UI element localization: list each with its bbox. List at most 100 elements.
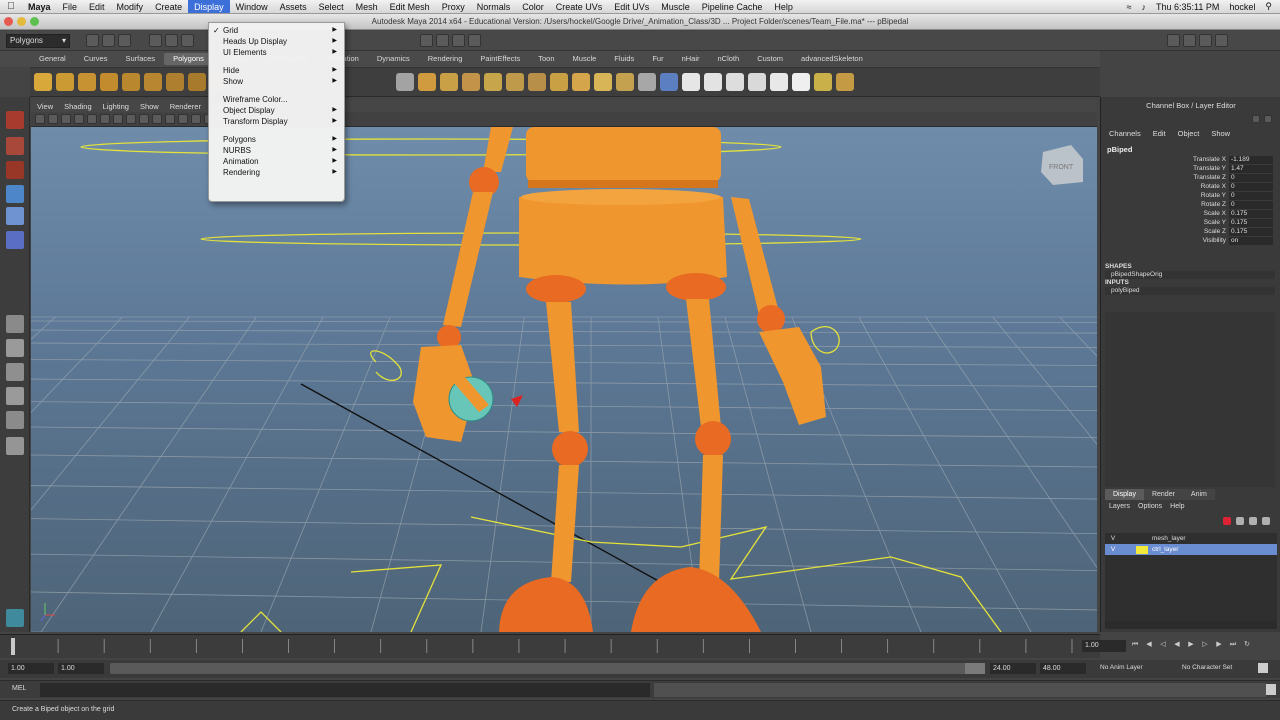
range-slider-bar[interactable] [110, 663, 985, 674]
poly-cone-icon[interactable] [100, 73, 118, 91]
paint-select-tool-icon[interactable] [6, 161, 24, 179]
display-menu-item-grid[interactable]: ✓ Grid ▶ [209, 25, 344, 36]
shelf-tab-rendering[interactable]: Rendering [419, 53, 472, 65]
poly-prism-icon[interactable] [166, 73, 184, 91]
planar-map-icon[interactable] [726, 73, 744, 91]
layer-tab-display[interactable]: Display [1105, 489, 1144, 500]
anim-layer-dropdown[interactable]: No Anim Layer [1100, 664, 1143, 671]
display-menu-item-rendering[interactable]: Rendering ▶ [209, 167, 344, 178]
layer-color-swatch[interactable] [1136, 545, 1148, 554]
channel-attribute-row[interactable]: Rotate Y0 [1107, 191, 1275, 200]
layout-four-icon[interactable] [6, 339, 24, 357]
selected-object-name[interactable]: pBiped [1107, 145, 1132, 154]
attribute-value[interactable]: 0.175 [1229, 218, 1273, 227]
minimize-window-button[interactable] [17, 17, 26, 26]
attribute-value[interactable]: -1.189 [1229, 155, 1273, 164]
menu-display[interactable]: Display [188, 0, 230, 13]
left-hand-control[interactable] [370, 350, 402, 381]
display-menu-item-show[interactable]: Show ▶ [209, 76, 344, 87]
layer-visibility-toggle[interactable]: V [1108, 535, 1118, 542]
menu-create-uvs[interactable]: Create UVs [550, 0, 609, 13]
display-menu-item-object-display[interactable]: Object Display ▶ [209, 105, 344, 116]
new-layer-selected-icon[interactable] [1249, 517, 1257, 525]
attribute-value[interactable]: 0 [1229, 200, 1273, 209]
time-slider[interactable] [0, 634, 1100, 658]
play-back-icon[interactable]: ◀ [1172, 639, 1182, 651]
panel-menu-shading[interactable]: Shading [64, 102, 92, 111]
right-hip[interactable] [666, 273, 726, 301]
lasso-tool-icon[interactable] [6, 137, 24, 155]
menu-create[interactable]: Create [149, 0, 188, 13]
close-window-button[interactable] [4, 17, 13, 26]
menubar-clock[interactable]: Thu 6:35:11 PM [1156, 2, 1219, 12]
layer-name[interactable]: ctrl_layer [1152, 546, 1178, 553]
step-forward-icon[interactable]: ▶ [1214, 639, 1224, 651]
extrude-icon[interactable] [506, 73, 524, 91]
shelf-tab-painteffects[interactable]: PaintEffects [471, 53, 529, 65]
channel-attribute-row[interactable]: Scale Y 0.175 [1107, 218, 1275, 227]
mental-ray-icon[interactable] [6, 609, 24, 627]
wifi-icon[interactable]: ≈ [1127, 2, 1132, 12]
anim-prefs-icon[interactable] [1258, 663, 1268, 673]
panel-menu-show[interactable]: Show [140, 102, 159, 111]
scale-tool-icon[interactable] [6, 231, 24, 249]
uv-icon[interactable] [704, 73, 722, 91]
append-icon[interactable] [550, 73, 568, 91]
layout-side-icon[interactable] [6, 363, 24, 381]
command-language-label[interactable]: MEL [12, 685, 26, 692]
menu-assets[interactable]: Assets [274, 0, 313, 13]
channel-attribute-row[interactable]: Translate Z0 [1107, 173, 1275, 182]
script-editor-icon[interactable] [1266, 684, 1276, 695]
attribute-value[interactable]: 0 [1229, 182, 1273, 191]
split-polygon-icon[interactable] [594, 73, 612, 91]
step-forward-key-icon[interactable]: ▷ [1200, 639, 1210, 651]
left-upper-arm[interactable] [483, 127, 513, 172]
show-channel-box-icon[interactable] [1252, 115, 1260, 123]
layer-color-swatch[interactable] [1136, 535, 1148, 543]
shelf-tab-advancedskeleton[interactable]: advancedSkeleton [792, 53, 872, 65]
display-menu-item-wireframe-color[interactable]: Wireframe Color... [209, 94, 344, 105]
command-input[interactable] [40, 683, 650, 697]
range-slider-handle[interactable] [965, 663, 985, 674]
menu-pipeline-cache[interactable]: Pipeline Cache [696, 0, 769, 13]
menu-normals[interactable]: Normals [471, 0, 517, 13]
start-time-field[interactable]: 1.00 [8, 663, 54, 674]
display-menu-item-hide[interactable]: Hide ▶ [209, 65, 344, 76]
spotlight-icon[interactable]: ⚲ [1265, 1, 1272, 12]
poly-pyramid-icon[interactable] [188, 73, 206, 91]
smooth-shade-icon[interactable] [178, 114, 188, 124]
save-scene-icon[interactable] [118, 34, 131, 47]
image-plane-icon[interactable] [61, 114, 71, 124]
apple-icon[interactable]:  [0, 1, 22, 12]
poly-cylinder-icon[interactable] [78, 73, 96, 91]
combine-icon[interactable] [396, 73, 414, 91]
volume-icon[interactable]: ♪ [1142, 2, 1147, 12]
snap-point-icon[interactable] [452, 34, 465, 47]
insert-edge-loop-icon[interactable] [616, 73, 634, 91]
go-to-start-icon[interactable]: ⏮ [1130, 639, 1140, 651]
menu-edit-mesh[interactable]: Edit Mesh [384, 0, 436, 13]
shelf-tab-fluids[interactable]: Fluids [605, 53, 643, 65]
new-layer-icon[interactable] [1236, 517, 1244, 525]
panel-menu-view[interactable]: View [37, 102, 53, 111]
current-time-marker[interactable] [11, 638, 15, 655]
panel-menu-renderer[interactable]: Renderer [170, 102, 201, 111]
channel-attribute-row[interactable]: Visibility on [1107, 236, 1275, 245]
shelf-tab-curves[interactable]: Curves [75, 53, 117, 65]
right-knee[interactable] [695, 421, 731, 457]
auto-map-icon[interactable] [792, 73, 810, 91]
menubar-user[interactable]: hockel [1229, 2, 1255, 12]
left-forearm[interactable] [443, 192, 493, 327]
attribute-value[interactable]: 0 [1229, 173, 1273, 182]
menu-file[interactable]: File [57, 0, 84, 13]
gate-mask-icon[interactable] [113, 114, 123, 124]
safe-action-icon[interactable] [139, 114, 149, 124]
select-tool-icon[interactable] [6, 111, 24, 129]
play-forward-icon[interactable]: ▶ [1186, 639, 1196, 651]
poly-plane-icon[interactable] [122, 73, 140, 91]
step-back-key-icon[interactable]: ◁ [1158, 639, 1168, 651]
menu-app-name[interactable]: Maya [22, 0, 57, 13]
rotate-tool-icon[interactable] [6, 207, 24, 225]
sculpt-icon[interactable] [836, 73, 854, 91]
normals-icon[interactable] [660, 73, 678, 91]
